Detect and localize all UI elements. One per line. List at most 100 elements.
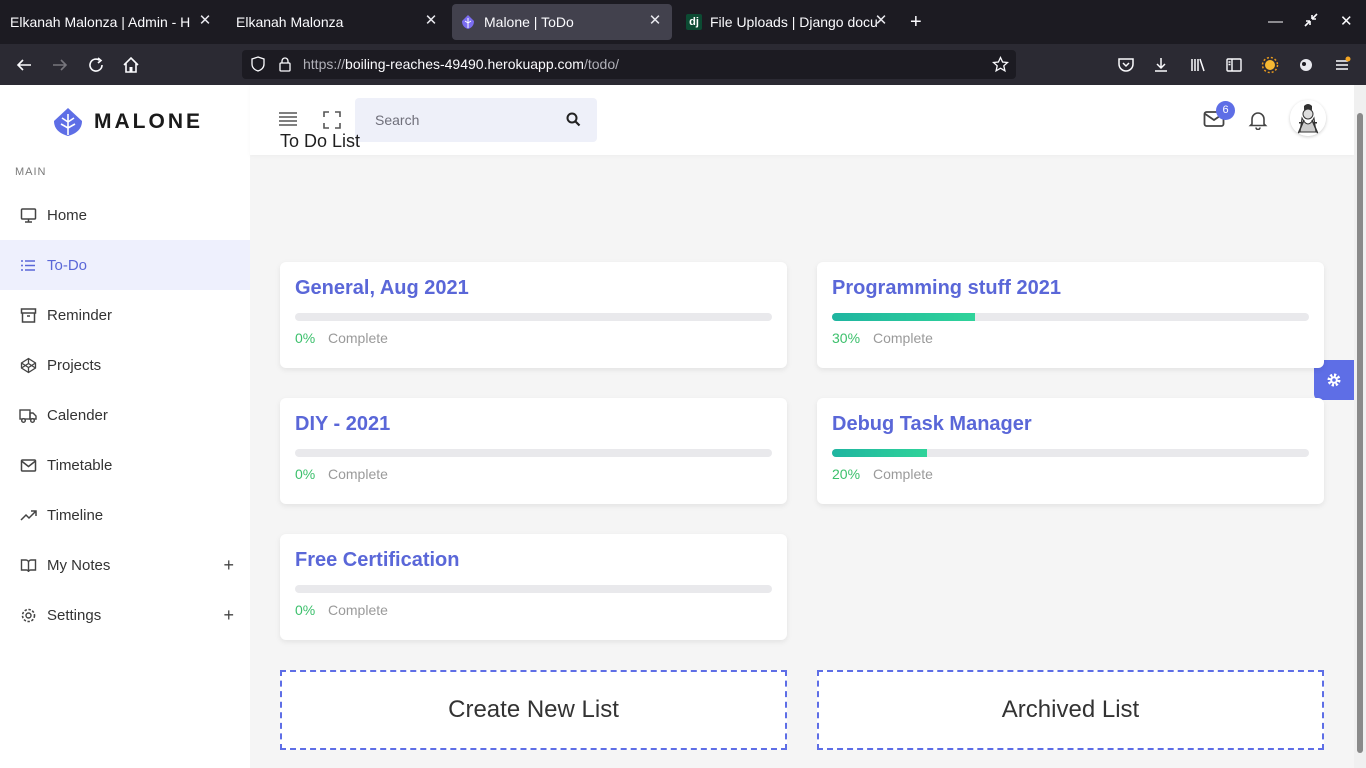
list-title[interactable]: Free Certification [295, 549, 459, 572]
sidebar-item-timetable[interactable]: Timetable [0, 440, 250, 490]
lock-icon[interactable] [277, 56, 293, 77]
expand-icon[interactable]: + [223, 605, 234, 626]
todo-list-card[interactable]: Debug Task Manager 20% Complete [817, 398, 1324, 504]
expand-icon[interactable]: + [223, 555, 234, 576]
progress-label: Complete [873, 330, 933, 346]
browser-tab[interactable]: Elkanah Malonza ✕ [226, 4, 448, 40]
sidebar-item-timeline[interactable]: Timeline [0, 490, 250, 540]
brand-logo[interactable]: MALONE [52, 107, 203, 137]
progress-label: Complete [873, 466, 933, 482]
brand-name: MALONE [94, 110, 203, 133]
progress-bar [295, 585, 772, 593]
new-tab-icon[interactable]: + [910, 11, 922, 33]
progress-percent: 30% [832, 330, 861, 346]
search-icon[interactable] [566, 112, 581, 132]
progress-fill [832, 449, 928, 457]
sidebar-item-settings[interactable]: Settings + [0, 590, 250, 640]
close-tab-icon[interactable]: ✕ [422, 12, 440, 30]
section-label: MAIN [15, 166, 47, 178]
forward-icon[interactable] [49, 54, 71, 76]
tab-title: Elkanah Malonza [236, 14, 344, 30]
home-icon[interactable] [120, 54, 142, 76]
url-text[interactable]: https://boiling-reaches-49490.herokuapp.… [303, 56, 619, 72]
back-icon[interactable] [13, 54, 35, 76]
bookmark-star-icon[interactable] [991, 55, 1010, 78]
page-scrollbar[interactable] [1354, 85, 1366, 768]
progress-label: Complete [328, 466, 388, 482]
sidebar: MALONE MAIN Home To-Do Reminder Projects… [0, 85, 250, 768]
sidebar-item-label: Settings [47, 606, 102, 624]
browser-tab[interactable]: Elkanah Malonza | Admin - Ho ✕ [0, 4, 222, 40]
close-tab-icon[interactable]: ✕ [646, 12, 664, 30]
sidebar-item-calender[interactable]: Calender [0, 390, 250, 440]
leaf-logo-icon [54, 108, 82, 136]
minimize-icon[interactable]: — [1268, 12, 1283, 32]
todo-list-card[interactable]: General, Aug 2021 0% Complete [280, 262, 787, 368]
sidebar-item-todo[interactable]: To-Do [0, 240, 250, 290]
user-avatar[interactable] [1290, 100, 1326, 136]
progress-label: Complete [328, 330, 388, 346]
sidebar-item-label: My Notes [47, 556, 111, 574]
django-icon: dj [686, 14, 702, 30]
trending-up-icon [19, 506, 37, 524]
progress-bar [295, 449, 772, 457]
list-icon [19, 256, 37, 274]
truck-icon [19, 406, 37, 424]
sidebar-item-projects[interactable]: Projects [0, 340, 250, 390]
tab-title: File Uploads | Django docu [710, 14, 878, 30]
sidebar-item-reminder[interactable]: Reminder [0, 290, 250, 340]
sidebar-item-label: Projects [47, 356, 102, 374]
tab-title: Malone | ToDo [484, 14, 574, 30]
mail-icon [19, 456, 37, 474]
malone-leaf-icon [460, 14, 476, 30]
progress-percent: 0% [295, 330, 316, 346]
todo-list-card[interactable]: DIY - 2021 0% Complete [280, 398, 787, 504]
close-window-icon[interactable]: ✕ [1340, 12, 1353, 32]
list-title[interactable]: Programming stuff 2021 [832, 277, 1061, 300]
progress-fill [832, 313, 976, 321]
sidebar-icon[interactable] [1223, 54, 1245, 76]
mail-count-badge: 6 [1216, 101, 1235, 120]
progress-bar [832, 313, 1309, 321]
archive-icon [19, 306, 37, 324]
library-icon[interactable] [1187, 54, 1209, 76]
close-tab-icon[interactable]: ✕ [872, 12, 890, 30]
menu-toggle-icon[interactable] [278, 111, 298, 132]
todo-list-card[interactable]: Free Certification 0% Complete [280, 534, 787, 640]
extension-ghost-icon[interactable] [1295, 54, 1317, 76]
pocket-icon[interactable] [1115, 54, 1137, 76]
browser-nav-bar: https://boiling-reaches-49490.herokuapp.… [0, 44, 1366, 85]
extension-sun-icon[interactable] [1259, 54, 1281, 76]
todo-list-card[interactable]: Programming stuff 2021 30% Complete [817, 262, 1324, 368]
url-bar[interactable]: https://boiling-reaches-49490.herokuapp.… [242, 50, 1016, 79]
progress-percent: 0% [295, 602, 316, 618]
sidebar-item-label: Timeline [47, 506, 104, 524]
archived-list-button[interactable]: Archived List [817, 670, 1324, 750]
browser-tab[interactable]: dj File Uploads | Django docu ✕ [676, 4, 896, 40]
reload-icon[interactable] [85, 54, 107, 76]
create-new-list-button[interactable]: Create New List [280, 670, 787, 750]
progress-label: Complete [328, 602, 388, 618]
list-title[interactable]: DIY - 2021 [295, 413, 390, 436]
sidebar-item-label: Home [47, 206, 88, 224]
sidebar-item-my-notes[interactable]: My Notes + [0, 540, 250, 590]
scrollbar-thumb[interactable] [1357, 113, 1363, 753]
codepen-icon [19, 356, 37, 374]
app-menu-icon[interactable] [1331, 54, 1353, 76]
bell-icon[interactable] [1248, 110, 1268, 135]
progress-percent: 0% [295, 466, 316, 482]
restore-icon[interactable] [1303, 12, 1319, 34]
progress-bar [832, 449, 1309, 457]
sidebar-item-label: Timetable [47, 456, 113, 474]
list-title[interactable]: Debug Task Manager [832, 413, 1032, 436]
sidebar-item-home[interactable]: Home [0, 190, 250, 240]
close-tab-icon[interactable]: ✕ [196, 12, 214, 30]
monitor-icon [19, 206, 37, 224]
browser-tab-active[interactable]: Malone | ToDo ✕ [452, 4, 672, 40]
shield-icon[interactable] [250, 56, 266, 77]
download-icon[interactable] [1150, 54, 1172, 76]
search-box [355, 98, 597, 142]
list-title[interactable]: General, Aug 2021 [295, 277, 469, 300]
search-input[interactable] [355, 98, 555, 142]
browser-tab-bar: Elkanah Malonza | Admin - Ho ✕ Elkanah M… [0, 0, 1366, 44]
